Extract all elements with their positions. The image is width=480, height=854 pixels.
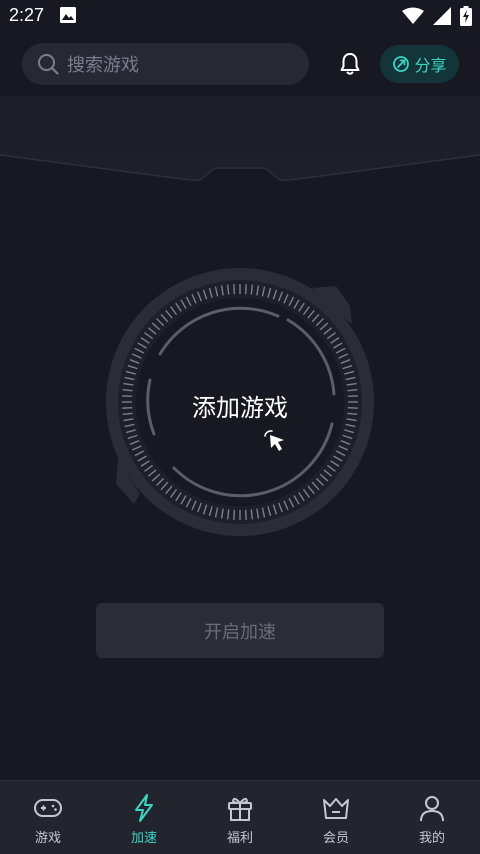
gift-icon xyxy=(228,797,252,821)
start-acceleration-label: 开启加速 xyxy=(204,621,276,643)
nav-item-benefits[interactable]: 福利 xyxy=(192,781,288,854)
dial-tick xyxy=(244,284,247,295)
search-placeholder: 搜索游戏 xyxy=(67,55,139,76)
crown-icon xyxy=(323,798,349,819)
nav-label-games: 游戏 xyxy=(34,831,61,846)
battery-charging-icon xyxy=(460,6,472,30)
share-button[interactable]: 分享 xyxy=(380,45,459,83)
lightning-icon xyxy=(135,794,153,822)
dial-tick xyxy=(233,284,236,295)
dial-tick xyxy=(347,395,358,398)
nav-label-profile: 我的 xyxy=(418,831,445,846)
start-acceleration-button[interactable]: 开启加速 xyxy=(96,603,384,658)
dial-tick xyxy=(244,509,247,520)
nav-item-membership[interactable]: 会员 xyxy=(288,781,384,854)
share-icon xyxy=(393,56,410,72)
dial-tick xyxy=(122,406,133,409)
gamepad-icon xyxy=(34,799,62,817)
nav-item-games[interactable]: 游戏 xyxy=(0,781,96,854)
status-time: 2:27 xyxy=(9,5,45,25)
bell-icon[interactable] xyxy=(339,52,361,76)
wifi-icon xyxy=(402,7,424,29)
search-box[interactable]: 搜索游戏 xyxy=(22,43,309,85)
nav-item-profile[interactable]: 我的 xyxy=(384,781,480,854)
signal-icon xyxy=(433,7,451,29)
dial-tick xyxy=(347,406,358,409)
click-cursor-icon xyxy=(264,430,284,451)
header-arc-panel xyxy=(0,96,480,181)
bottom-nav: 游戏 加速 福利 会员 我的 xyxy=(0,780,480,854)
image-notification-icon xyxy=(60,7,76,27)
add-game-label: 添加游戏 xyxy=(192,394,288,422)
dial-tick xyxy=(233,509,236,520)
user-icon xyxy=(420,796,444,822)
nav-item-accelerate[interactable]: 加速 xyxy=(96,781,192,854)
share-label: 分享 xyxy=(414,56,447,75)
status-bar: 2:27 xyxy=(0,0,480,34)
nav-label-benefits: 福利 xyxy=(226,831,253,846)
nav-label-membership: 会员 xyxy=(322,831,349,846)
search-icon xyxy=(38,54,59,75)
nav-label-accelerate: 加速 xyxy=(130,831,157,846)
dial-tick xyxy=(122,395,133,398)
